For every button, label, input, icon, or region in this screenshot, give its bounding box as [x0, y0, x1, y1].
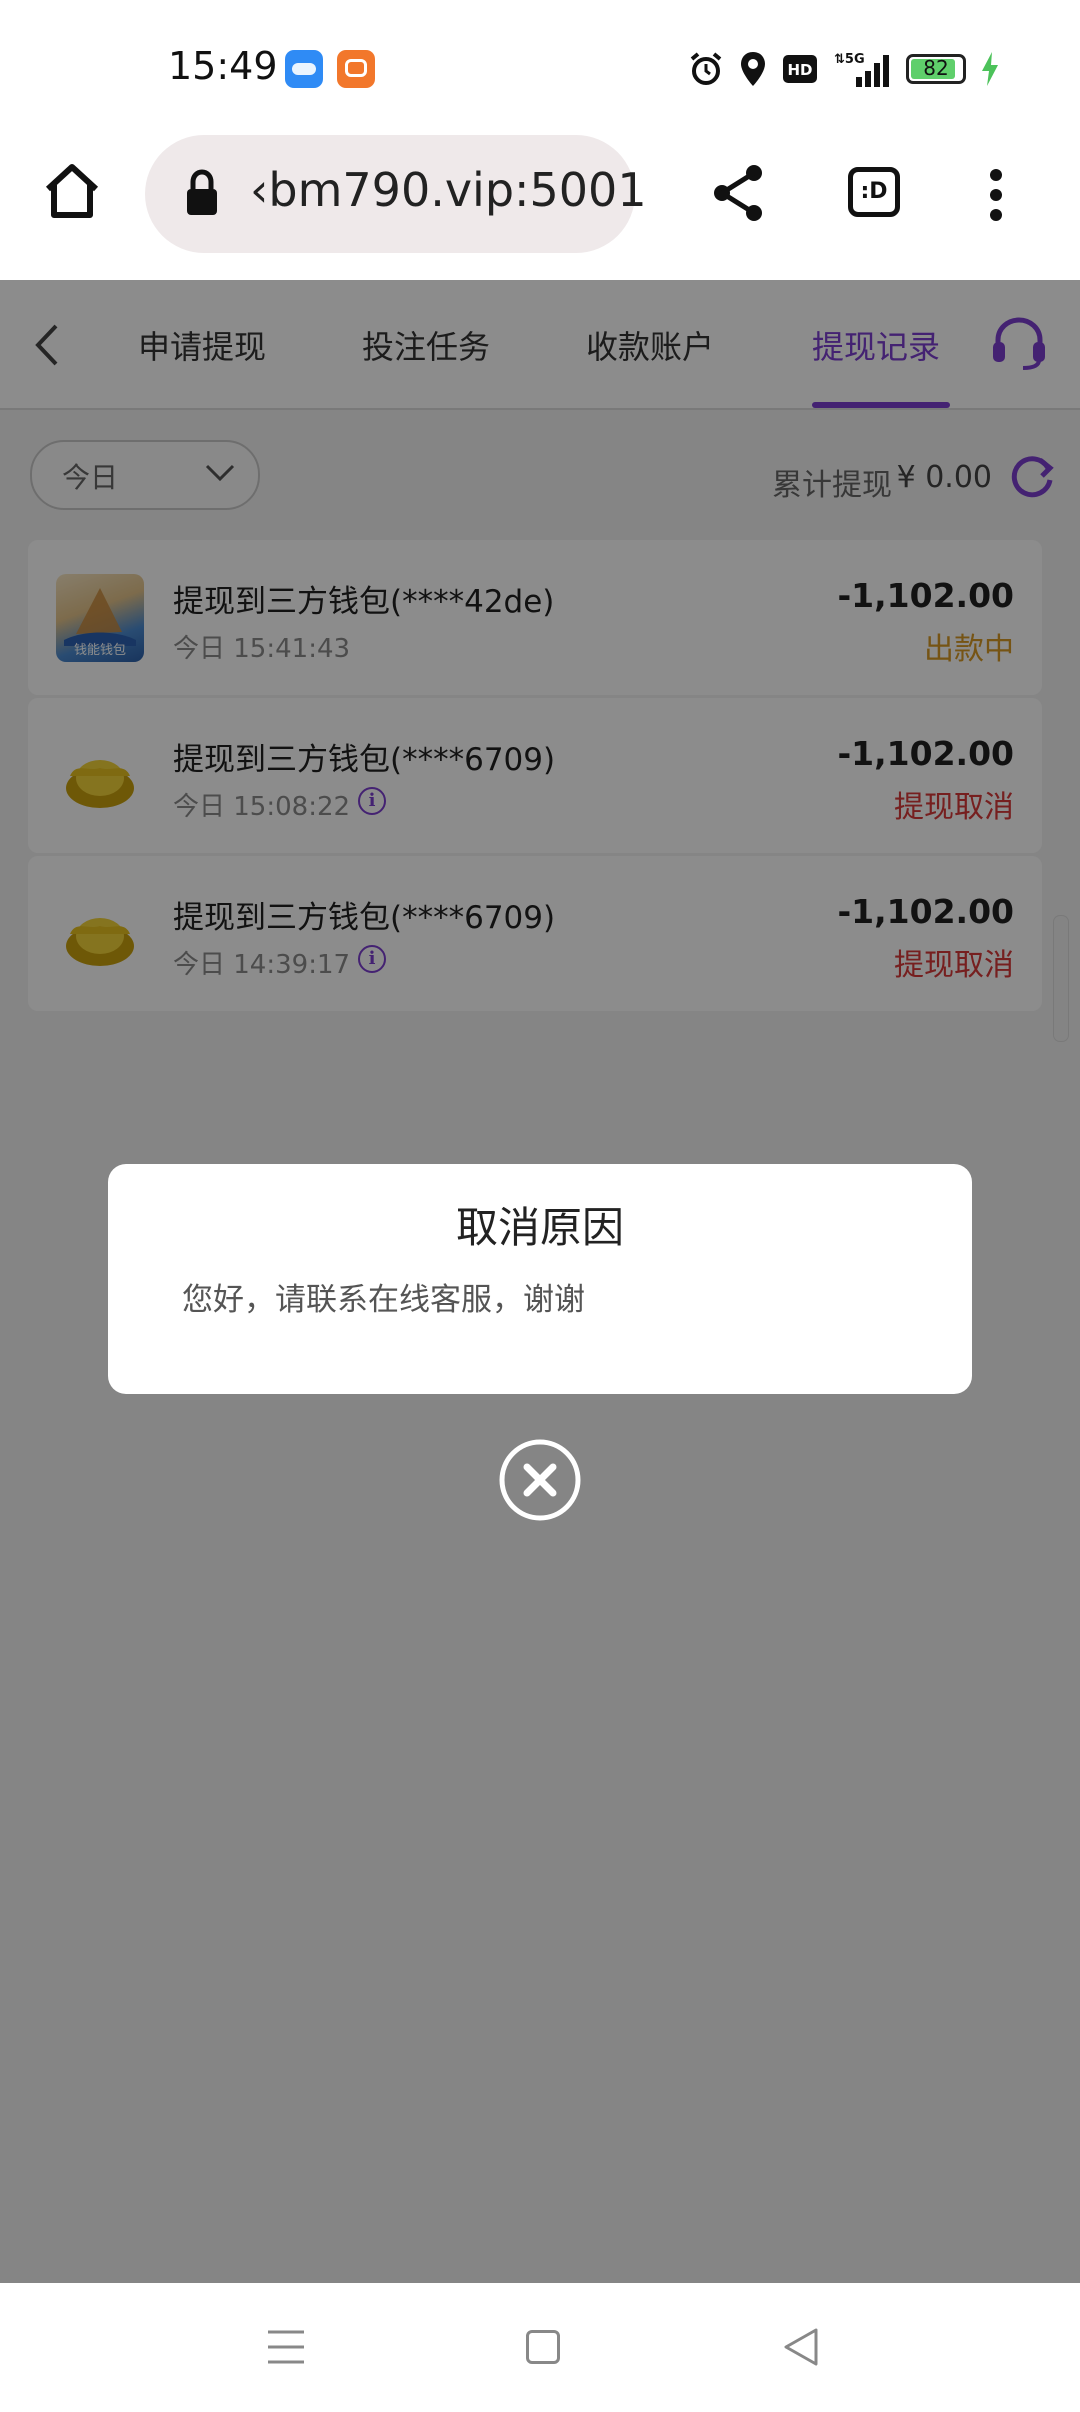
url-text: ‹bm790.vip:5001: [250, 163, 647, 217]
5g-signal-icon: ⇅5G: [834, 52, 889, 87]
recent-apps-icon[interactable]: [266, 2329, 306, 2365]
cancel-reason-dialog: 取消原因 您好，请联系在线客服，谢谢: [108, 1164, 972, 1394]
system-icons: HD ⇅5G 82: [688, 46, 1000, 92]
didi-app-icon: [337, 50, 375, 88]
address-bar[interactable]: ‹bm790.vip:5001: [145, 135, 647, 253]
status-bar: 15:49 HD ⇅5G 82: [0, 0, 1080, 135]
svg-text:⇅5G: ⇅5G: [834, 52, 865, 67]
svg-text:HD: HD: [787, 61, 812, 79]
more-menu-icon[interactable]: [988, 167, 1004, 223]
status-time: 15:49: [168, 44, 278, 88]
battery-level: 82: [923, 56, 949, 80]
browser-toolbar: ‹bm790.vip:5001 :D: [0, 135, 1080, 280]
hd-icon: HD: [783, 55, 817, 83]
lock-icon: [187, 169, 217, 215]
dialog-message: 您好，请联系在线客服，谢谢: [182, 1282, 585, 1318]
nav-back-icon[interactable]: [782, 2327, 820, 2367]
alarm-icon: [690, 52, 722, 85]
dialog-title: 取消原因: [455, 1203, 624, 1252]
battery-icon: 82: [906, 54, 966, 84]
system-nav-bar: [0, 2283, 1080, 2412]
close-icon[interactable]: [498, 1438, 582, 1522]
hello-app-icon: [285, 50, 323, 88]
home-icon[interactable]: [40, 159, 104, 223]
nav-home-icon[interactable]: [526, 2330, 560, 2364]
tab-switcher-icon[interactable]: :D: [848, 167, 900, 217]
location-icon: [741, 52, 765, 86]
charging-icon: [982, 52, 998, 86]
share-icon[interactable]: [710, 163, 770, 223]
